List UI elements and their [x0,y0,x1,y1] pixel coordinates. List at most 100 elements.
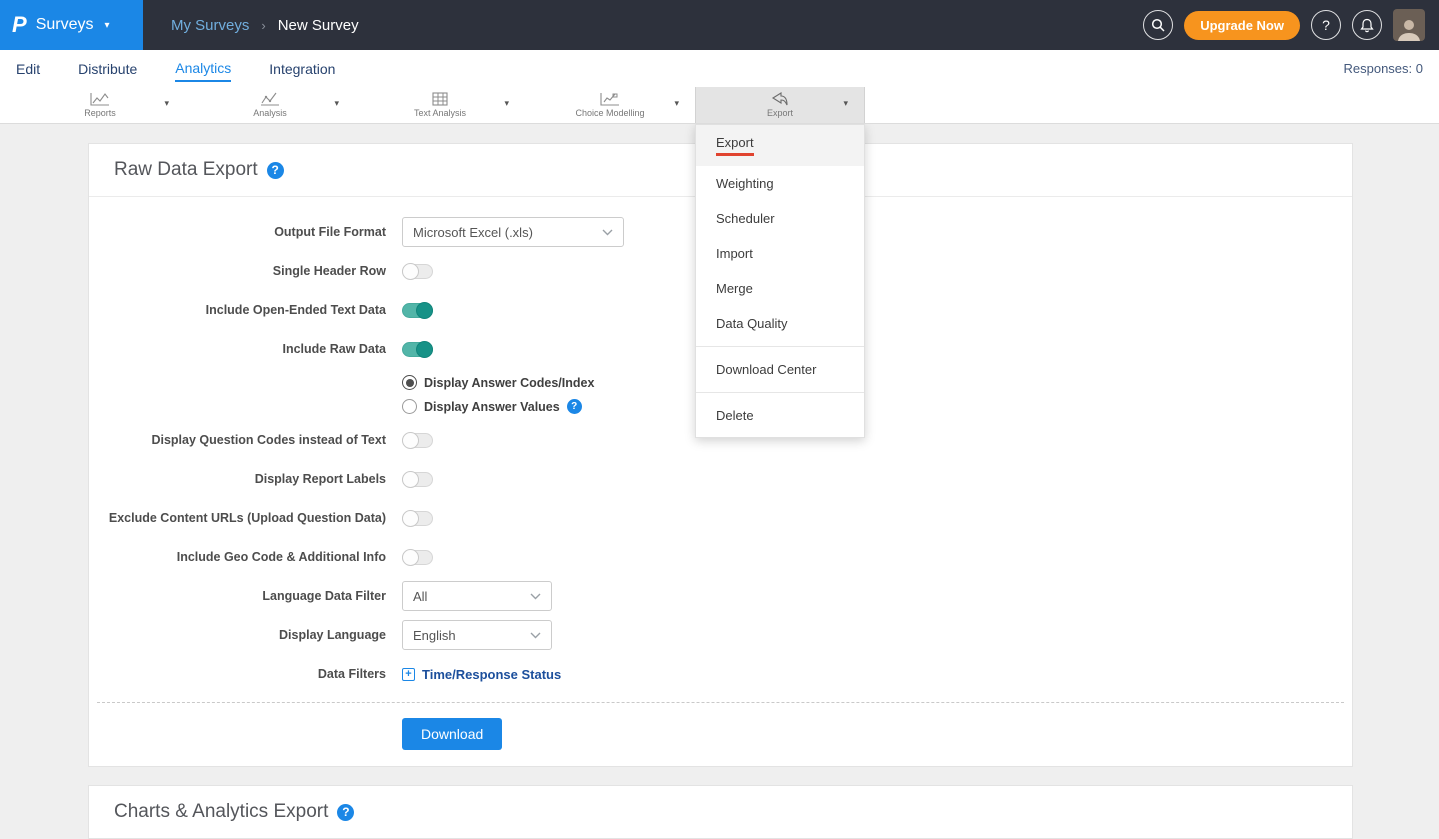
notifications-button[interactable] [1352,10,1382,40]
exclude-urls-toggle[interactable] [402,511,433,526]
menu-item-import[interactable]: Import [696,236,864,271]
field-label: Single Header Row [89,264,386,278]
output-format-select[interactable]: Microsoft Excel (.xls) [402,217,624,247]
toolbar-item-label: Analysis [253,108,287,118]
menu-item-label: Data Quality [716,316,788,331]
toolbar-item-analysis[interactable]: Analysis ▾ [185,87,355,123]
card-title: Charts & Analytics Export [114,801,328,823]
geo-code-toggle[interactable] [402,550,433,565]
menu-item-data-quality[interactable]: Data Quality [696,306,864,341]
field-label: Output File Format [89,225,386,239]
breadcrumb-separator-icon: › [261,18,265,33]
radio-icon [402,375,417,390]
brand-label: Surveys [36,16,94,34]
radio-icon [402,399,417,414]
section-tabbar: Edit Distribute Analytics Integration Re… [0,50,1439,87]
menu-item-label: Weighting [716,176,774,191]
report-labels-toggle[interactable] [402,472,433,487]
language-filter-select[interactable]: All [402,581,552,611]
toolbar-item-text-analysis[interactable]: Text Analysis ▾ [355,87,525,123]
menu-item-label: Merge [716,281,753,296]
menu-item-delete[interactable]: Delete [696,398,864,433]
bell-icon [1360,18,1374,33]
toggle-knob [402,510,419,527]
field-label: Include Open-Ended Text Data [89,303,386,317]
menu-item-label: Scheduler [716,211,775,226]
toolbar-item-label: Reports [84,108,116,118]
tab-integration[interactable]: Integration [269,57,335,81]
chevron-down-icon [530,593,541,600]
upgrade-now-button[interactable]: Upgrade Now [1184,11,1300,40]
radio-answer-codes[interactable]: Display Answer Codes/Index [402,375,594,390]
data-filters-row: Data Filters Time/Response Status [89,659,1352,689]
tab-edit[interactable]: Edit [16,57,40,81]
raw-data-toggle[interactable] [402,342,433,357]
menu-item-scheduler[interactable]: Scheduler [696,201,864,236]
chevron-down-icon: ▾ [334,98,339,109]
field-label: Language Data Filter [89,589,386,603]
display-language-row: Display Language English [89,620,1352,650]
exclude-urls-row: Exclude Content URLs (Upload Question Da… [89,503,1352,533]
tab-distribute[interactable]: Distribute [78,57,137,81]
brand-logo-icon: P [12,12,27,38]
toggle-knob [402,263,419,280]
field-label: Display Report Labels [89,472,386,486]
toolbar-item-label: Text Analysis [414,108,466,118]
choice-modelling-icon [600,92,620,106]
analytics-toolbar: Reports ▾ Analysis ▾ Text Analysis ▾ Cho… [0,87,1439,124]
help-icon[interactable]: ? [567,399,582,414]
time-response-status-link[interactable]: Time/Response Status [402,667,561,682]
select-value: All [413,589,427,604]
menu-item-merge[interactable]: Merge [696,271,864,306]
toolbar-item-export[interactable]: Export ▾ [695,87,865,123]
breadcrumb-current: New Survey [278,17,359,34]
toolbar-item-choice-modelling[interactable]: Choice Modelling ▾ [525,87,695,123]
topbar: P Surveys ▾ My Surveys › New Survey Upgr… [0,0,1439,50]
toggle-knob [416,302,433,319]
menu-item-download-center[interactable]: Download Center [696,352,864,387]
download-button[interactable]: Download [402,718,502,750]
field-label: Display Language [89,628,386,642]
menu-divider [696,392,864,393]
help-icon[interactable]: ? [337,804,354,821]
chevron-down-icon: ▾ [674,98,679,109]
answer-display-radio-group: Display Answer Codes/Index Display Answe… [402,373,594,416]
export-dropdown-menu: Export Weighting Scheduler Import Merge … [695,124,865,438]
download-button-row: Download [89,703,1352,766]
toggle-knob [402,471,419,488]
user-avatar[interactable] [1393,9,1425,41]
help-icon[interactable]: ? [267,162,284,179]
field-label: Include Geo Code & Additional Info [89,550,386,564]
text-analysis-icon [432,92,448,106]
breadcrumb: My Surveys › New Survey [171,17,359,34]
single-header-toggle[interactable] [402,264,433,279]
menu-item-label: Import [716,246,753,261]
breadcrumb-my-surveys[interactable]: My Surveys [171,17,249,34]
toggle-knob [402,432,419,449]
question-codes-toggle[interactable] [402,433,433,448]
language-filter-row: Language Data Filter All [89,581,1352,611]
menu-item-export[interactable]: Export [696,125,864,166]
menu-item-weighting[interactable]: Weighting [696,166,864,201]
tab-analytics[interactable]: Analytics [175,56,231,82]
geo-code-row: Include Geo Code & Additional Info [89,542,1352,572]
menu-divider [696,346,864,347]
chevron-down-icon [530,632,541,639]
toolbar-item-reports[interactable]: Reports ▾ [15,87,185,123]
chevron-down-icon: ▾ [104,20,109,31]
search-button[interactable] [1143,10,1173,40]
toggle-knob [416,341,433,358]
field-label: Data Filters [89,667,386,681]
menu-item-label: Export [716,135,754,156]
surveys-product-button[interactable]: P Surveys ▾ [0,0,143,50]
chevron-down-icon: ▾ [504,98,509,109]
filter-link-label: Time/Response Status [422,667,561,682]
card-title: Raw Data Export [114,159,258,181]
question-mark-icon: ? [1322,17,1330,33]
open-ended-toggle[interactable] [402,303,433,318]
display-language-select[interactable]: English [402,620,552,650]
radio-answer-values[interactable]: Display Answer Values ? [402,399,594,414]
field-label: Display Question Codes instead of Text [89,433,386,447]
select-value: English [413,628,456,643]
help-button[interactable]: ? [1311,10,1341,40]
